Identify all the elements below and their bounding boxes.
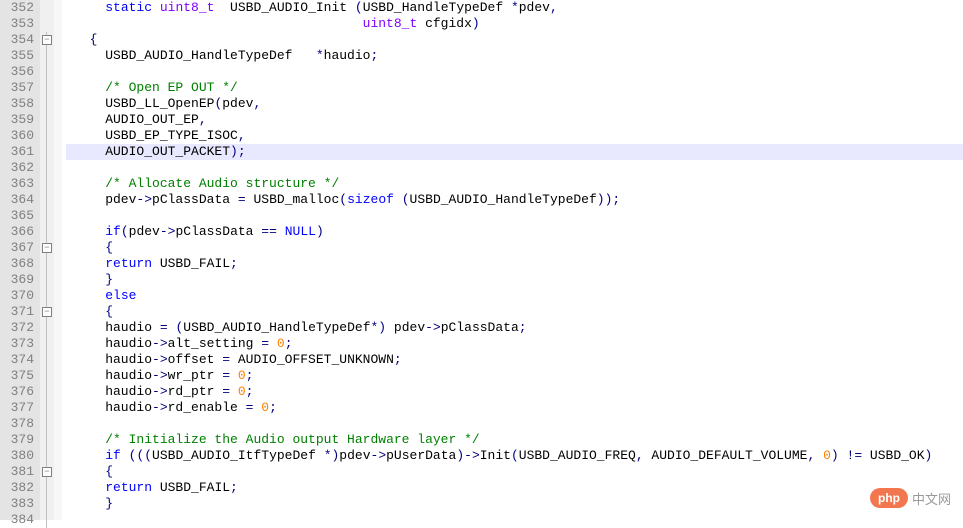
code-line[interactable]: /* Open EP OUT */	[66, 80, 963, 96]
line-number: 369	[4, 272, 34, 288]
line-number: 364	[4, 192, 34, 208]
code-line[interactable]: USBD_EP_TYPE_ISOC,	[66, 128, 963, 144]
code-area[interactable]: static uint8_t USBD_AUDIO_Init (USBD_Han…	[62, 0, 963, 520]
line-number: 374	[4, 352, 34, 368]
line-number: 361	[4, 144, 34, 160]
line-number: 383	[4, 496, 34, 512]
line-number: 365	[4, 208, 34, 224]
watermark-text: 中文网	[912, 489, 951, 508]
line-number: 376	[4, 384, 34, 400]
line-number: 384	[4, 512, 34, 528]
line-number: 360	[4, 128, 34, 144]
code-line[interactable]: return USBD_FAIL;	[66, 256, 963, 272]
code-line[interactable]: pdev->pClassData = USBD_malloc(sizeof (U…	[66, 192, 963, 208]
line-number: 358	[4, 96, 34, 112]
code-line[interactable]: else	[66, 288, 963, 304]
code-line[interactable]: {	[66, 304, 963, 320]
line-number: 356	[4, 64, 34, 80]
line-number: 377	[4, 400, 34, 416]
line-number: 366	[4, 224, 34, 240]
line-number: 357	[4, 80, 34, 96]
code-line[interactable]: if(pdev->pClassData == NULL)	[66, 224, 963, 240]
line-number: 371	[4, 304, 34, 320]
line-number: 370	[4, 288, 34, 304]
line-number: 368	[4, 256, 34, 272]
code-line[interactable]: USBD_LL_OpenEP(pdev,	[66, 96, 963, 112]
line-number: 363	[4, 176, 34, 192]
line-number-gutter: 3523533543553563573583593603613623633643…	[0, 0, 40, 520]
code-line[interactable]: haudio->rd_ptr = 0;	[66, 384, 963, 400]
line-number: 352	[4, 0, 34, 16]
fold-toggle-icon[interactable]: −	[42, 243, 52, 253]
line-number: 380	[4, 448, 34, 464]
code-line[interactable]: AUDIO_OUT_EP,	[66, 112, 963, 128]
line-number: 359	[4, 112, 34, 128]
code-line[interactable]: AUDIO_OUT_PACKET);	[66, 144, 963, 160]
code-line[interactable]: if (((USBD_AUDIO_ItfTypeDef *)pdev->pUse…	[66, 448, 963, 464]
line-number: 354	[4, 32, 34, 48]
code-line[interactable]	[66, 160, 963, 176]
code-line[interactable]: uint8_t cfgidx)	[66, 16, 963, 32]
code-line[interactable]	[66, 64, 963, 80]
line-number: 373	[4, 336, 34, 352]
line-number: 372	[4, 320, 34, 336]
code-line[interactable]: /* Initialize the Audio output Hardware …	[66, 432, 963, 448]
code-line[interactable]: static uint8_t USBD_AUDIO_Init (USBD_Han…	[66, 0, 963, 16]
line-number: 362	[4, 160, 34, 176]
fold-toggle-icon[interactable]: −	[42, 307, 52, 317]
code-line[interactable]: }	[66, 272, 963, 288]
line-number: 367	[4, 240, 34, 256]
code-line[interactable]: haudio->rd_enable = 0;	[66, 400, 963, 416]
code-line[interactable]: haudio->offset = AUDIO_OFFSET_UNKNOWN;	[66, 352, 963, 368]
code-editor[interactable]: 3523533543553563573583593603613623633643…	[0, 0, 963, 520]
code-line[interactable]: haudio->alt_setting = 0;	[66, 336, 963, 352]
code-line[interactable]: }	[66, 496, 963, 512]
line-number: 381	[4, 464, 34, 480]
fold-toggle-icon[interactable]: −	[42, 467, 52, 477]
line-number: 353	[4, 16, 34, 32]
code-line[interactable]: {	[66, 240, 963, 256]
line-number: 378	[4, 416, 34, 432]
line-number: 379	[4, 432, 34, 448]
line-number: 375	[4, 368, 34, 384]
line-number: 355	[4, 48, 34, 64]
code-line[interactable]	[66, 208, 963, 224]
watermark: php 中文网	[870, 488, 951, 508]
line-number: 382	[4, 480, 34, 496]
code-line[interactable]	[66, 512, 963, 528]
code-line[interactable]	[66, 416, 963, 432]
code-line[interactable]: {	[66, 464, 963, 480]
code-line[interactable]: /* Allocate Audio structure */	[66, 176, 963, 192]
code-line[interactable]: {	[66, 32, 963, 48]
fold-column[interactable]: − − − −	[40, 0, 54, 520]
watermark-badge: php	[870, 488, 908, 508]
code-line[interactable]: haudio->wr_ptr = 0;	[66, 368, 963, 384]
code-line[interactable]: haudio = (USBD_AUDIO_HandleTypeDef*) pde…	[66, 320, 963, 336]
margin-column	[54, 0, 62, 520]
code-line[interactable]: return USBD_FAIL;	[66, 480, 963, 496]
code-line[interactable]: USBD_AUDIO_HandleTypeDef *haudio;	[66, 48, 963, 64]
fold-toggle-icon[interactable]: −	[42, 35, 52, 45]
